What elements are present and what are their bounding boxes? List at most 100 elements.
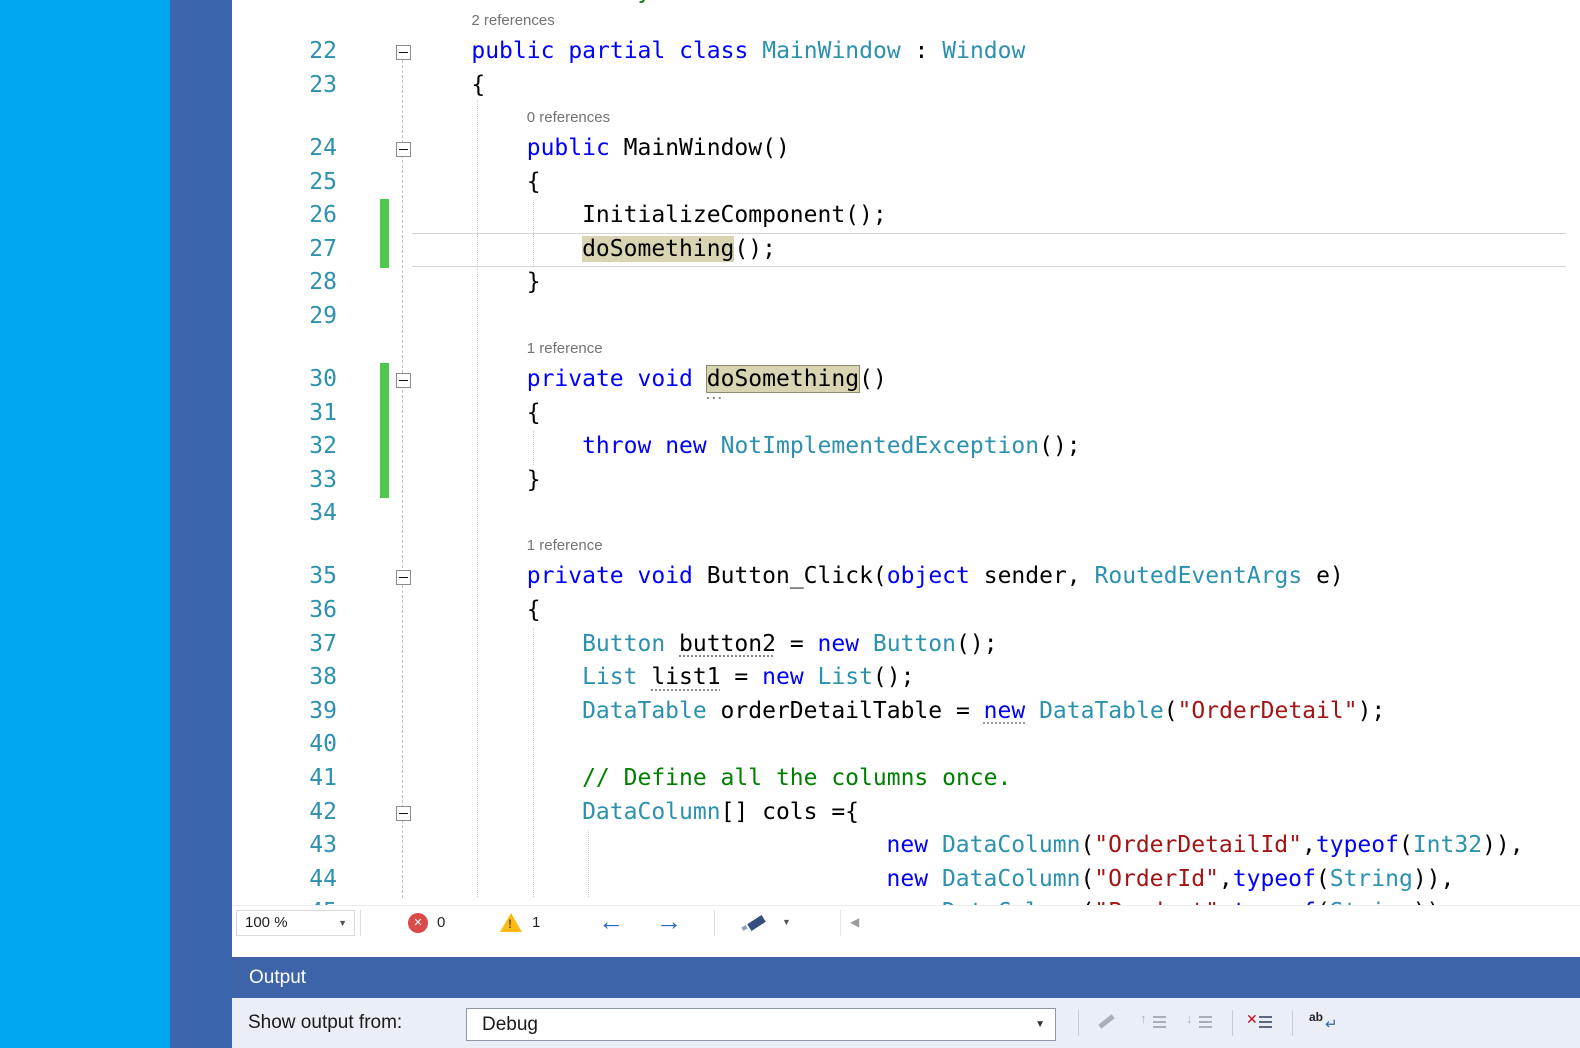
- down-arrow-icon: ↓: [1186, 1011, 1193, 1026]
- output-title: Output: [232, 967, 306, 988]
- line-number: 33: [232, 464, 337, 498]
- warning-icon[interactable]: !: [500, 912, 524, 934]
- code-line[interactable]: }: [527, 266, 541, 300]
- code-line[interactable]: new DataColumn("OrderId",typeof(String))…: [887, 863, 1455, 897]
- chevron-down-icon: ▼: [782, 906, 791, 940]
- list-lines-icon: [1199, 1013, 1212, 1031]
- indent-guide: [588, 830, 589, 897]
- navigate-back-button[interactable]: ←: [598, 906, 624, 940]
- code-editor[interactable]: ... /// </summary>2 references22public p…: [232, 0, 1580, 905]
- code-line[interactable]: new DataColumn("OrderDetailId",typeof(In…: [887, 829, 1524, 863]
- line-number: 41: [232, 762, 337, 796]
- zoom-select[interactable]: 100 % ▼: [236, 910, 355, 936]
- codelens-references[interactable]: 1 reference: [527, 531, 603, 560]
- line-number: 43: [232, 829, 337, 863]
- line-number: 39: [232, 695, 337, 729]
- line-number: 40: [232, 728, 337, 762]
- code-line[interactable]: DataColumn[] cols ={: [582, 796, 859, 830]
- line-number: 23: [232, 69, 337, 103]
- change-tracking-bar: [380, 199, 389, 268]
- fold-toggle[interactable]: [396, 373, 411, 388]
- list-lines-icon: [1259, 1013, 1272, 1031]
- editor-status-bar: 100 % ▼ ✕ 0 ! 1 ← → ▼ ◀: [232, 905, 1580, 939]
- line-number: 45: [232, 896, 337, 905]
- outline-guide: [402, 60, 403, 898]
- line-number: 37: [232, 628, 337, 662]
- desktop-background: [0, 0, 170, 1048]
- fold-toggle[interactable]: [396, 142, 411, 157]
- highlighter-button[interactable]: ▼: [740, 906, 804, 940]
- screen: ... /// </summary>2 references22public p…: [0, 0, 1580, 1048]
- highlighter-tip: [741, 925, 747, 931]
- code-line[interactable]: }: [527, 464, 541, 498]
- highlighter-icon: [747, 915, 766, 931]
- line-number: 32: [232, 430, 337, 464]
- code-line[interactable]: {: [527, 397, 541, 431]
- code-line[interactable]: doSomething();: [582, 233, 776, 267]
- line-number: 34: [232, 497, 337, 531]
- code-line[interactable]: public partial class MainWindow : Window: [471, 35, 1025, 69]
- line-number: 35: [232, 560, 337, 594]
- separator: [1078, 1010, 1079, 1036]
- separator: [714, 910, 715, 936]
- codelens-references[interactable]: 0 references: [527, 103, 610, 132]
- clear-x-icon: ✕: [1246, 1012, 1258, 1028]
- scrollbar-left-arrow[interactable]: ◀: [850, 906, 859, 940]
- codelens-references[interactable]: 2 references: [471, 6, 554, 35]
- combo-value: Debug: [482, 1009, 538, 1040]
- fold-toggle[interactable]: [396, 806, 411, 821]
- code-line[interactable]: public MainWindow(): [527, 132, 790, 166]
- code-line[interactable]: new DataColumn("Product",typeof(String))…: [887, 896, 1455, 905]
- up-arrow-icon: ↑: [1140, 1011, 1147, 1026]
- indent-guide: [533, 200, 534, 267]
- go-to-source-button[interactable]: [1090, 1008, 1126, 1036]
- code-line[interactable]: Button button2 = new Button();: [582, 628, 997, 662]
- code-line[interactable]: InitializeComponent();: [582, 199, 887, 233]
- line-number: 26: [232, 199, 337, 233]
- clear-all-button[interactable]: ✕: [1246, 1008, 1282, 1036]
- code-line[interactable]: List list1 = new List();: [582, 661, 914, 695]
- line-number: 27: [232, 233, 337, 267]
- code-line[interactable]: {: [471, 69, 485, 103]
- line-number: 28: [232, 266, 337, 300]
- output-source-select[interactable]: Debug ▼: [466, 1008, 1056, 1041]
- code-line[interactable]: throw new NotImplementedException();: [582, 430, 1081, 464]
- code-line[interactable]: {: [527, 166, 541, 200]
- chevron-down-icon: ▼: [338, 911, 347, 935]
- code-line[interactable]: private void Button_Click(object sender,…: [527, 560, 1344, 594]
- previous-message-button[interactable]: ↑: [1140, 1008, 1176, 1036]
- quick-action-dots: ...: [706, 386, 724, 402]
- code-line[interactable]: {: [527, 594, 541, 628]
- line-number: 36: [232, 594, 337, 628]
- close-icon: ✕: [413, 916, 422, 929]
- line-number: 44: [232, 863, 337, 897]
- error-icon[interactable]: ✕: [408, 913, 428, 933]
- chevron-down-icon: ▼: [1035, 1009, 1045, 1040]
- list-lines-icon: [1153, 1013, 1166, 1031]
- error-count: 0: [437, 906, 445, 940]
- separator: [840, 910, 841, 936]
- change-tracking-bar: [380, 363, 389, 498]
- word-wrap-button[interactable]: ab ↵: [1308, 1008, 1344, 1036]
- separator: [1292, 1010, 1293, 1036]
- separator: [360, 910, 361, 936]
- line-number: 22: [232, 35, 337, 69]
- pencil-icon: [1098, 1014, 1114, 1028]
- line-number: 24: [232, 132, 337, 166]
- indent-guide: [533, 628, 534, 897]
- separator: [1232, 1010, 1233, 1036]
- vs-window-edge: [170, 0, 232, 1048]
- code-line[interactable]: // Define all the columns once.: [582, 762, 1011, 796]
- next-message-button[interactable]: ↓: [1186, 1008, 1222, 1036]
- return-arrow-icon: ↵: [1325, 1015, 1338, 1033]
- navigate-forward-button[interactable]: →: [656, 906, 682, 940]
- line-number: 31: [232, 397, 337, 431]
- line-number: 29: [232, 300, 337, 334]
- exclamation-icon: !: [508, 917, 512, 931]
- fold-toggle[interactable]: [396, 570, 411, 585]
- indent-guide: [477, 100, 478, 897]
- code-line[interactable]: DataTable orderDetailTable = new DataTab…: [582, 695, 1385, 729]
- codelens-references[interactable]: 1 reference: [527, 334, 603, 363]
- fold-toggle[interactable]: [396, 45, 411, 60]
- output-titlebar[interactable]: Output: [232, 957, 1580, 998]
